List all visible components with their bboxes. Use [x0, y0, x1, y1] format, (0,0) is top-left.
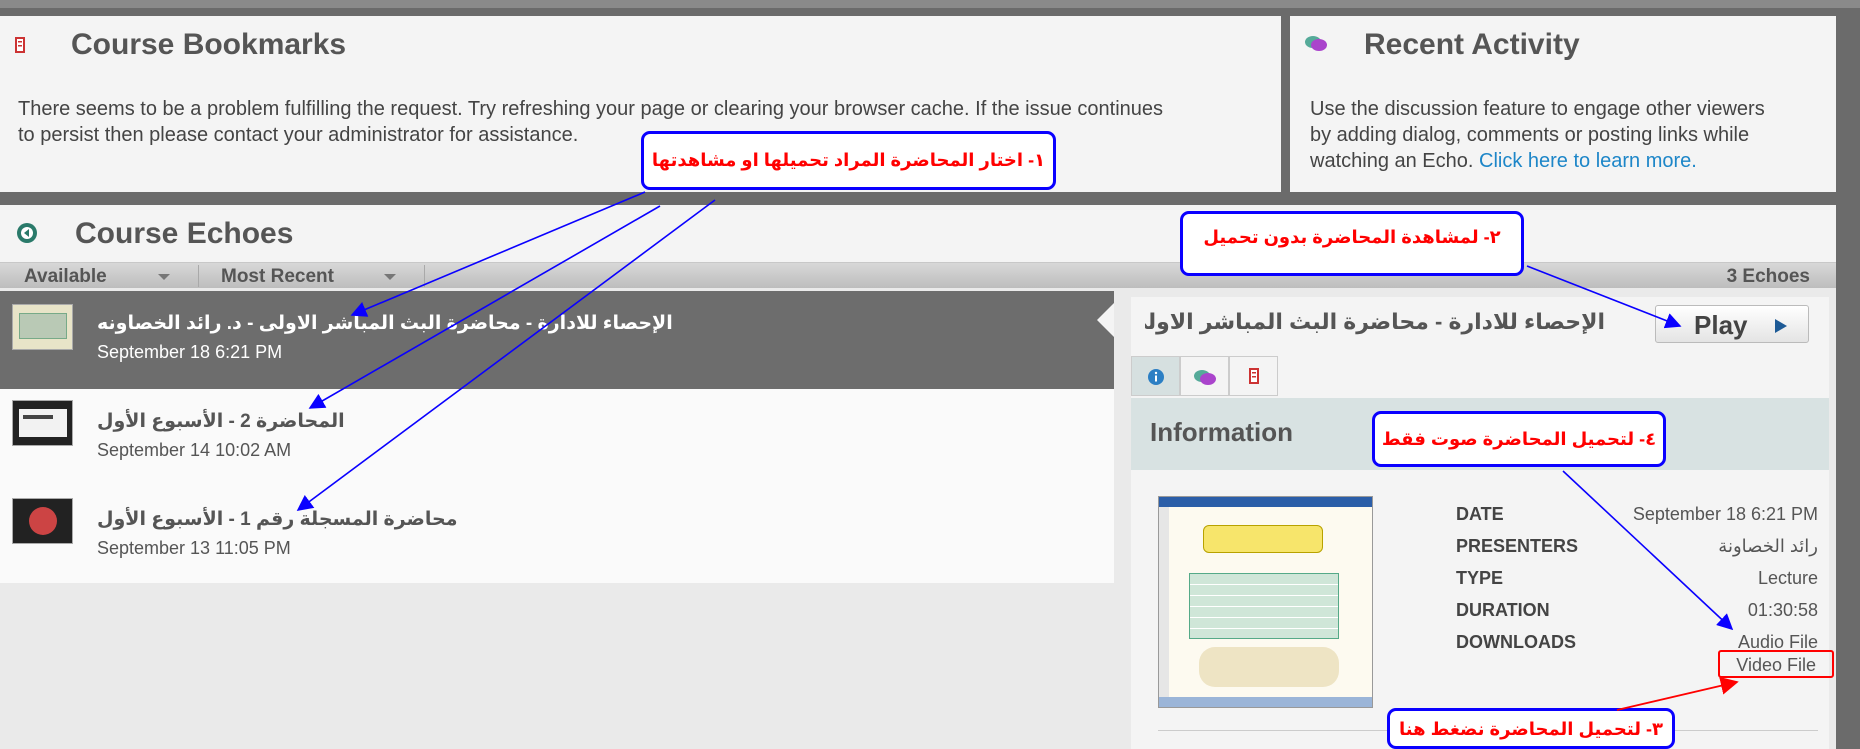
arrow-to-echo-3 — [296, 199, 716, 511]
arrow-to-audio — [1562, 470, 1734, 631]
annotation-arrows — [296, 191, 1739, 711]
arrow-to-play — [1526, 265, 1682, 329]
arrow-to-echo-2 — [308, 205, 661, 409]
arrow-to-video — [1616, 676, 1739, 711]
arrow-to-echo-1 — [350, 191, 646, 317]
